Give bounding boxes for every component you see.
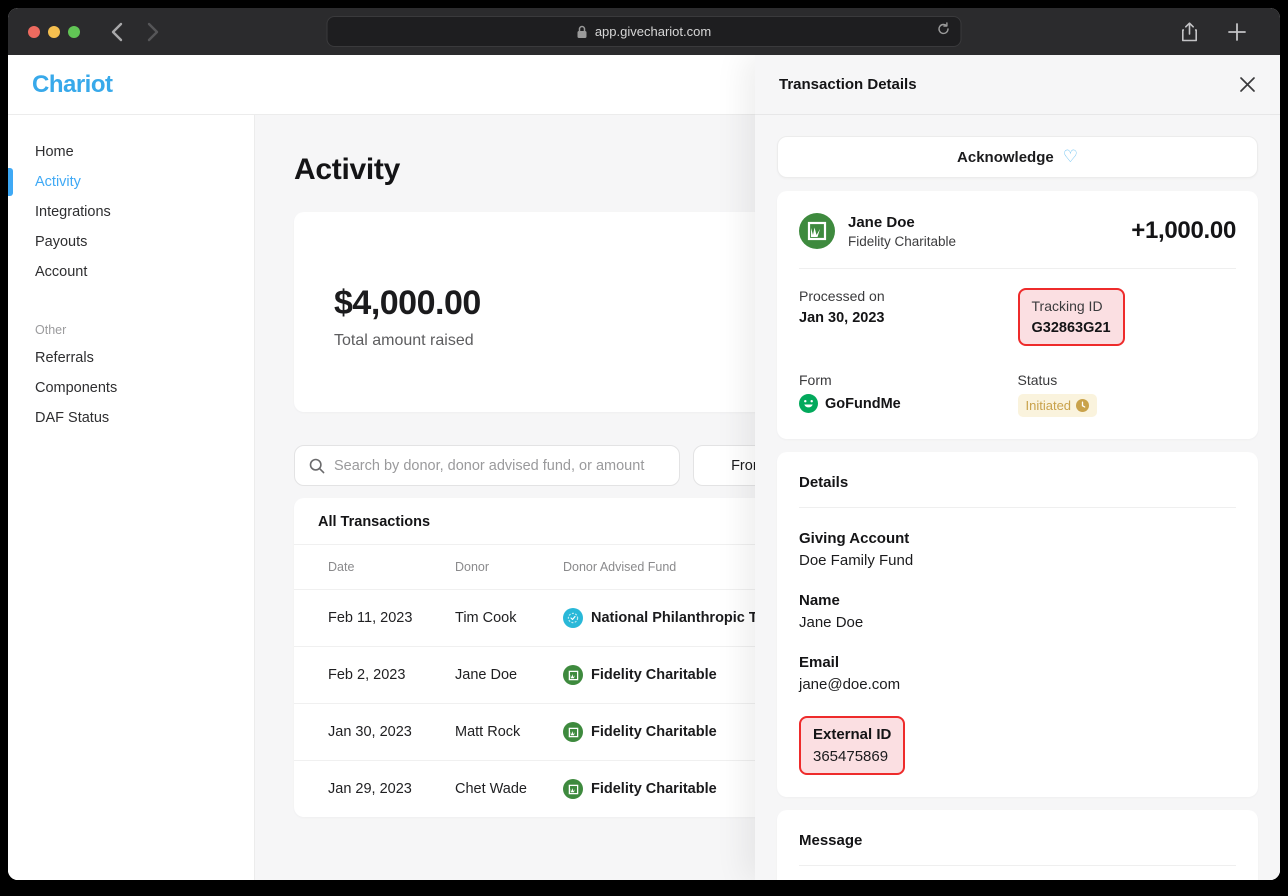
gofundme-icon: [799, 394, 818, 413]
back-icon[interactable]: [110, 22, 123, 42]
sidebar-item-referrals[interactable]: Referrals: [8, 343, 254, 373]
address-bar[interactable]: app.givechariot.com: [327, 16, 962, 47]
sidebar-item-daf-status[interactable]: DAF Status: [8, 403, 254, 433]
traffic-lights: [28, 26, 80, 38]
tracking-id-highlight: Tracking ID G32863G21: [1018, 288, 1125, 346]
sidebar-item-activity[interactable]: Activity: [8, 167, 254, 197]
tracking-id-field: Tracking ID G32863G21: [1018, 288, 1237, 346]
close-icon[interactable]: [1239, 76, 1256, 93]
npt-icon: [563, 608, 583, 628]
message-card: Message: [777, 810, 1258, 880]
details-card: Details Giving Account Doe Family Fund N…: [777, 452, 1258, 797]
external-id-field: External ID 365475869: [799, 716, 1236, 775]
new-tab-icon[interactable]: [1228, 23, 1246, 41]
share-icon[interactable]: [1181, 22, 1198, 42]
sidebar-item-integrations[interactable]: Integrations: [8, 197, 254, 227]
message-title: Message: [799, 832, 1236, 849]
external-id-highlight: External ID 365475869: [799, 716, 905, 775]
acknowledge-button[interactable]: Acknowledge ♡: [777, 136, 1258, 178]
sidebar-item-components[interactable]: Components: [8, 373, 254, 403]
panel-title: Transaction Details: [779, 76, 917, 93]
browser-chrome: app.givechariot.com: [8, 8, 1280, 55]
fidelity-icon: [799, 213, 835, 249]
txn-donor-name: Jane Doe: [848, 214, 956, 231]
name-field: Name Jane Doe: [799, 592, 1236, 631]
column-header-date: Date: [294, 560, 455, 574]
lock-icon: [577, 25, 588, 39]
chariot-logo[interactable]: Chariot: [32, 71, 113, 99]
txn-fund-name: Fidelity Charitable: [848, 234, 956, 249]
sidebar-item-account[interactable]: Account: [8, 257, 254, 287]
fidelity-icon: [563, 779, 583, 799]
column-header-donor: Donor: [455, 560, 563, 574]
sidebar-item-home[interactable]: Home: [8, 137, 254, 167]
clock-icon: [1076, 399, 1089, 412]
form-field: Form GoFundMe: [799, 372, 1018, 417]
status-badge: Initiated: [1018, 394, 1098, 417]
email-field: Email jane@doe.com: [799, 654, 1236, 693]
minimize-window-button[interactable]: [48, 26, 60, 38]
sidebar: Home Activity Integrations Payouts Accou…: [8, 115, 255, 880]
sidebar-item-payouts[interactable]: Payouts: [8, 227, 254, 257]
fidelity-icon: [563, 665, 583, 685]
processed-on-field: Processed on Jan 30, 2023: [799, 288, 1018, 346]
transaction-details-panel: Transaction Details Acknowledge ♡: [755, 55, 1280, 880]
reload-icon[interactable]: [937, 22, 951, 36]
browser-window: app.givechariot.com Chariot Home Activit…: [8, 8, 1280, 880]
sidebar-section-other: Other: [8, 317, 254, 343]
giving-account-field: Giving Account Doe Family Fund: [799, 530, 1236, 569]
search-box[interactable]: [294, 445, 680, 486]
status-field: Status Initiated: [1018, 372, 1237, 417]
transaction-summary-card: Jane Doe Fidelity Charitable +1,000.00 P…: [777, 191, 1258, 439]
heart-icon: ♡: [1063, 147, 1078, 167]
search-input[interactable]: [334, 458, 665, 474]
url-text: app.givechariot.com: [595, 24, 711, 39]
txn-amount: +1,000.00: [1131, 217, 1236, 245]
search-icon: [309, 458, 325, 474]
close-window-button[interactable]: [28, 26, 40, 38]
forward-icon[interactable]: [147, 22, 160, 42]
fidelity-icon: [563, 722, 583, 742]
details-title: Details: [799, 474, 1236, 491]
zoom-window-button[interactable]: [68, 26, 80, 38]
